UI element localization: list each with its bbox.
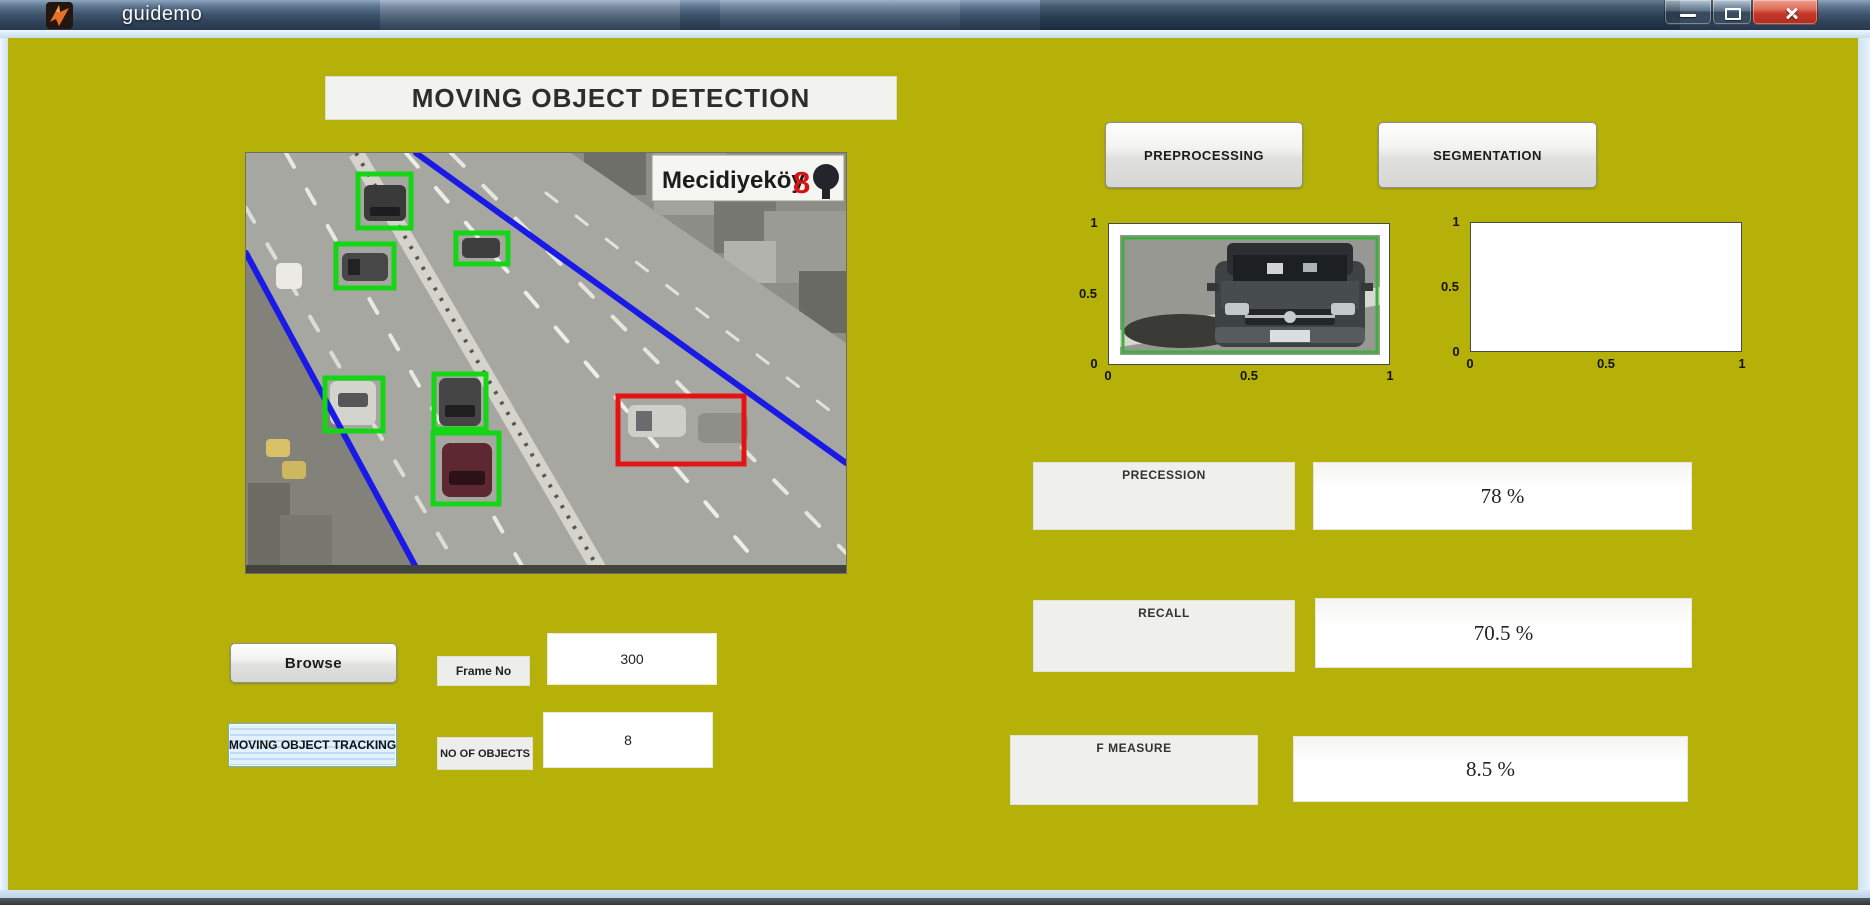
preprocessing-axes: 1 0.5 0 0 0.5 1 [1070, 210, 1410, 385]
axis-tick-label: 0.5 [1434, 279, 1466, 294]
traffic-frame-image: Mecidiyeköy 8 [245, 152, 847, 574]
precision-value: 78 % [1313, 462, 1692, 530]
segmentation-axes: 1 0.5 0 0 0.5 1 [1432, 209, 1772, 374]
axis-tick-label: 1 [1380, 368, 1400, 383]
car-front [1207, 243, 1373, 347]
fmeasure-label: F MEASURE [1010, 735, 1258, 805]
axis-tick-label: 0 [1460, 356, 1480, 371]
axis-tick-label: 0.5 [1233, 368, 1265, 383]
recall-value: 70.5 % [1315, 598, 1692, 668]
vehicle [282, 461, 306, 479]
page-title: MOVING OBJECT DETECTION [325, 76, 897, 120]
window-frame-right [1858, 38, 1870, 890]
vehicle [276, 263, 302, 289]
frame-no-input[interactable] [547, 633, 717, 685]
axis-tick-label: 0 [1098, 368, 1118, 383]
vehicle [342, 253, 388, 281]
sign-number: 8 [793, 165, 810, 200]
precision-label: PRECESSION [1033, 462, 1295, 530]
titlebar-glass-highlight [720, 0, 960, 30]
roadside-clutter [280, 515, 332, 569]
axis-tick-label: 0.5 [1590, 356, 1622, 371]
titlebar-glass-highlight [380, 0, 680, 30]
axis-tick-label: 1 [1084, 215, 1104, 230]
vehicle [266, 439, 290, 457]
segmentation-button[interactable]: SEGMENTATION [1378, 122, 1597, 188]
window-frame-top [0, 30, 1870, 38]
window-title: guidemo [122, 3, 202, 26]
recall-label: RECALL [1033, 600, 1295, 672]
fmeasure-value: 8.5 % [1293, 736, 1688, 802]
window-frame-bottom [0, 890, 1870, 898]
minimize-icon [1680, 14, 1696, 17]
minimize-button[interactable] [1664, 0, 1712, 25]
tracking-button[interactable]: MOVING OBJECT TRACKING [228, 723, 397, 767]
sign-emblem-icon [822, 187, 830, 199]
axis-tick-label: 1 [1732, 356, 1752, 371]
close-button[interactable] [1752, 0, 1818, 25]
sign-emblem-icon [813, 164, 839, 190]
window-titlebar: guidemo [0, 0, 1870, 30]
close-icon [1785, 12, 1799, 14]
objects-count-label: NO OF OBJECTS [437, 737, 533, 770]
objects-count-input[interactable] [543, 712, 713, 768]
matlab-icon [46, 2, 73, 29]
vehicle [442, 443, 492, 497]
preprocessed-car-image [1120, 235, 1380, 355]
axis-tick-label: 1 [1446, 214, 1466, 229]
vehicle [439, 378, 481, 426]
frame-no-label: Frame No [437, 656, 530, 686]
titlebar-glass-shade [1040, 0, 1680, 30]
maximize-icon [1725, 8, 1741, 20]
browse-button[interactable]: Browse [230, 643, 397, 683]
window-frame-left [0, 38, 8, 890]
vehicle [698, 413, 748, 443]
vehicle [628, 405, 686, 437]
window-frame-bottom-edge [0, 898, 1870, 905]
preprocessing-plot [1108, 223, 1390, 365]
sign-text: Mecidiyeköy [662, 167, 805, 194]
axis-tick-label: 0.5 [1072, 286, 1104, 301]
mecidiyekoy-sign: Mecidiyeköy 8 [652, 155, 844, 201]
preprocessing-button[interactable]: PREPROCESSING [1105, 122, 1303, 188]
frame-bottom-shade [246, 565, 846, 573]
vehicle [364, 185, 406, 221]
maximize-button[interactable] [1712, 0, 1752, 25]
vehicle [462, 238, 500, 258]
segmentation-plot [1470, 222, 1742, 352]
